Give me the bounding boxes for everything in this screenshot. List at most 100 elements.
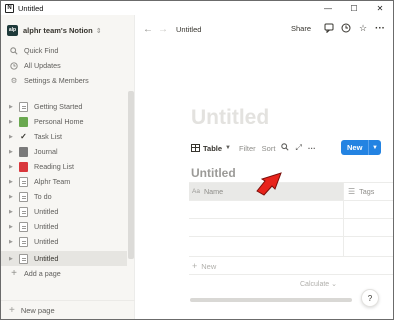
workspace-switcher[interactable]: alp alphr team's Notion ⇕ [7,25,102,36]
expand-triangle-icon[interactable]: ▶ [9,134,16,140]
star-icon[interactable]: ☆ [356,21,370,35]
more-icon[interactable]: ··· [373,21,387,35]
expand-triangle-icon[interactable]: ▶ [9,164,16,170]
window-title: Untitled [18,3,44,13]
forward-arrow-icon[interactable]: → [158,24,168,35]
column-header-tags[interactable]: ☰ Tags [344,183,393,200]
expand-triangle-icon[interactable]: ▶ [9,149,16,155]
top-bar: ← → Untitled Share ☆ ··· [135,15,393,43]
more-icon[interactable]: ··· [308,144,316,153]
table-row-divider [189,200,393,201]
calculate-label: Calculate [300,281,330,288]
sidebar-page-reading-list[interactable]: ▶ Reading List [1,159,127,174]
sidebar-item-label: Settings & Members [24,76,89,85]
sidebar-scrollbar[interactable] [128,91,134,259]
sidebar-item-label: All Updates [24,61,61,70]
sidebar-page-alphr-team[interactable]: ▶ Alphr Team [1,174,127,189]
document-icon [19,221,28,232]
new-page-label: New page [20,306,55,315]
expand-triangle-icon[interactable]: ▶ [9,104,16,110]
comment-icon[interactable] [322,21,336,35]
table-row[interactable] [189,256,393,257]
sidebar-item-quick-find[interactable]: Quick Find [1,43,127,58]
column-label: Tags [359,187,375,196]
plus-icon: + [192,261,198,271]
sidebar-page-getting-started[interactable]: ▶ Getting Started [1,99,127,114]
house-icon [19,116,28,127]
calculate-button[interactable]: Calculate ⌄ [300,280,337,288]
new-page-button[interactable]: + New page [1,300,135,319]
chevron-updown-icon: ⇕ [95,27,102,35]
search-icon [9,46,19,55]
sidebar: alp alphr team's Notion ⇕ Quick Find All… [1,15,135,319]
table-row[interactable] [189,218,393,219]
sidebar-page-untitled[interactable]: ▶ Untitled [1,204,127,219]
sidebar-item-label: Personal Home [34,117,84,126]
sidebar-item-label: Untitled [34,207,59,216]
document-icon [19,101,28,112]
database-toolbar: Table ▼ Filter Sort ⤢ ··· New ▼ [191,139,383,157]
table-row[interactable] [189,236,393,237]
chevron-down-icon[interactable]: ▼ [369,145,378,151]
expand-triangle-icon[interactable]: ▶ [9,179,16,185]
add-row-button[interactable]: + New [192,261,216,271]
checkmark-icon: ✓ [20,132,27,141]
sidebar-page-untitled[interactable]: ▶ Untitled [1,219,127,234]
notion-app-icon: N [5,3,14,13]
document-icon [19,191,28,202]
sidebar-item-label: Untitled [34,222,59,231]
sidebar-item-label: Quick Find [24,46,59,55]
expand-triangle-icon[interactable]: ▶ [9,224,16,230]
close-button[interactable]: ✕ [367,1,393,15]
breadcrumb[interactable]: Untitled [176,25,201,34]
sidebar-page-personal-home[interactable]: ▶ Personal Home [1,114,127,129]
sidebar-item-label: Untitled [34,237,59,246]
document-icon [19,206,28,217]
new-button-label: New [347,143,363,152]
back-arrow-icon[interactable]: ← [143,24,153,35]
text-aa-icon: Aa [192,188,200,195]
expand-triangle-icon[interactable]: ▶ [9,194,16,200]
sidebar-page-journal[interactable]: ▶ Journal [1,144,127,159]
sidebar-item-label: Getting Started [34,102,83,111]
new-record-button[interactable]: New ▼ [341,140,381,155]
workspace-name: alphr team's Notion [23,26,93,35]
expand-triangle-icon[interactable]: ▶ [9,209,16,215]
gear-icon: ⚙ [10,76,18,85]
expand-triangle-icon[interactable]: ▶ [9,239,16,245]
help-button[interactable]: ? [361,289,379,307]
filter-button[interactable]: Filter [239,144,256,153]
add-page-button[interactable]: + Add a page [1,266,127,281]
maximize-button[interactable]: ☐ [341,1,367,15]
expand-icon[interactable]: ⤢ [295,143,301,153]
minimize-button[interactable]: — [315,1,341,15]
clock-icon[interactable] [339,21,353,35]
horizontal-scrollbar[interactable] [190,298,352,302]
document-icon [19,176,28,187]
sort-button[interactable]: Sort [262,144,276,153]
plus-icon: + [11,268,17,279]
add-row-label: New [201,261,217,271]
expand-triangle-icon[interactable]: ▶ [9,119,16,125]
expand-triangle-icon[interactable]: ▶ [9,256,16,262]
view-selector[interactable]: Table ▼ [191,144,231,153]
sidebar-page-task-list[interactable]: ▶ ✓ Task List [1,129,127,144]
sidebar-page-untitled[interactable]: ▶ Untitled [1,234,127,249]
page-title[interactable]: Untitled [191,106,269,130]
sidebar-item-settings[interactable]: ⚙ Settings & Members [1,73,127,88]
sidebar-item-label: To do [34,192,52,201]
notebook-icon [19,146,28,157]
database-title[interactable]: Untitled [191,166,236,180]
sidebar-item-all-updates[interactable]: All Updates [1,58,127,73]
title-bar: N Untitled — ☐ ✕ [1,1,393,15]
plus-icon: + [9,305,15,316]
search-icon[interactable] [281,143,290,153]
share-button[interactable]: Share [291,24,311,33]
add-page-label: Add a page [24,269,61,278]
column-divider [343,183,344,257]
sidebar-page-to-do[interactable]: ▶ To do [1,189,127,204]
sidebar-page-untitled-active[interactable]: ▶ Untitled [1,251,127,266]
document-icon [19,253,28,264]
chevron-down-icon: ▼ [225,145,231,151]
sidebar-item-label: Task List [34,132,62,141]
